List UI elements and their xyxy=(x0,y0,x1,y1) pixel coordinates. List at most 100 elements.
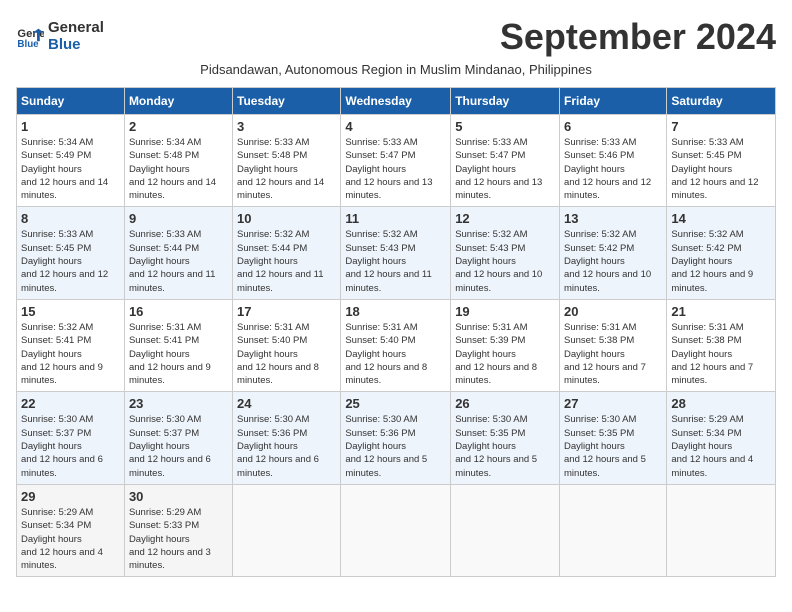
calendar-week-row: 1 Sunrise: 5:34 AM Sunset: 5:49 PM Dayli… xyxy=(17,115,776,207)
calendar-cell: 22 Sunrise: 5:30 AM Sunset: 5:37 PM Dayl… xyxy=(17,392,125,484)
day-number: 18 xyxy=(345,304,446,319)
day-number: 21 xyxy=(671,304,771,319)
day-number: 13 xyxy=(564,211,662,226)
day-info: Sunrise: 5:29 AM Sunset: 5:34 PM Dayligh… xyxy=(21,506,120,572)
day-info: Sunrise: 5:33 AM Sunset: 5:45 PM Dayligh… xyxy=(671,136,771,202)
day-number: 30 xyxy=(129,489,228,504)
day-info: Sunrise: 5:32 AM Sunset: 5:43 PM Dayligh… xyxy=(345,228,446,294)
svg-text:Blue: Blue xyxy=(17,38,39,49)
day-info: Sunrise: 5:31 AM Sunset: 5:38 PM Dayligh… xyxy=(564,321,662,387)
calendar-table: Sunday Monday Tuesday Wednesday Thursday… xyxy=(16,87,776,577)
calendar-week-row: 29 Sunrise: 5:29 AM Sunset: 5:34 PM Dayl… xyxy=(17,484,776,576)
calendar-cell: 10 Sunrise: 5:32 AM Sunset: 5:44 PM Dayl… xyxy=(233,207,341,299)
day-number: 6 xyxy=(564,119,662,134)
day-info: Sunrise: 5:30 AM Sunset: 5:37 PM Dayligh… xyxy=(21,413,120,479)
day-number: 20 xyxy=(564,304,662,319)
day-number: 3 xyxy=(237,119,336,134)
day-number: 11 xyxy=(345,211,446,226)
calendar-cell: 12 Sunrise: 5:32 AM Sunset: 5:43 PM Dayl… xyxy=(451,207,560,299)
day-number: 28 xyxy=(671,396,771,411)
day-info: Sunrise: 5:29 AM Sunset: 5:33 PM Dayligh… xyxy=(129,506,228,572)
day-number: 5 xyxy=(455,119,555,134)
logo-blue: Blue xyxy=(48,37,104,54)
calendar-cell: 14 Sunrise: 5:32 AM Sunset: 5:42 PM Dayl… xyxy=(667,207,776,299)
day-number: 22 xyxy=(21,396,120,411)
day-number: 12 xyxy=(455,211,555,226)
day-info: Sunrise: 5:31 AM Sunset: 5:41 PM Dayligh… xyxy=(129,321,228,387)
calendar-cell xyxy=(560,484,667,576)
day-number: 24 xyxy=(237,396,336,411)
day-number: 2 xyxy=(129,119,228,134)
subtitle: Pidsandawan, Autonomous Region in Muslim… xyxy=(16,62,776,77)
calendar-week-row: 15 Sunrise: 5:32 AM Sunset: 5:41 PM Dayl… xyxy=(17,299,776,391)
calendar-cell: 6 Sunrise: 5:33 AM Sunset: 5:46 PM Dayli… xyxy=(560,115,667,207)
day-info: Sunrise: 5:33 AM Sunset: 5:44 PM Dayligh… xyxy=(129,228,228,294)
calendar-cell: 9 Sunrise: 5:33 AM Sunset: 5:44 PM Dayli… xyxy=(124,207,232,299)
day-number: 8 xyxy=(21,211,120,226)
day-number: 23 xyxy=(129,396,228,411)
day-info: Sunrise: 5:30 AM Sunset: 5:36 PM Dayligh… xyxy=(237,413,336,479)
calendar-cell: 29 Sunrise: 5:29 AM Sunset: 5:34 PM Dayl… xyxy=(17,484,125,576)
col-wednesday: Wednesday xyxy=(341,88,451,115)
calendar-cell xyxy=(451,484,560,576)
calendar-cell: 24 Sunrise: 5:30 AM Sunset: 5:36 PM Dayl… xyxy=(233,392,341,484)
day-info: Sunrise: 5:30 AM Sunset: 5:35 PM Dayligh… xyxy=(455,413,555,479)
calendar-cell: 27 Sunrise: 5:30 AM Sunset: 5:35 PM Dayl… xyxy=(560,392,667,484)
day-number: 16 xyxy=(129,304,228,319)
day-info: Sunrise: 5:31 AM Sunset: 5:40 PM Dayligh… xyxy=(345,321,446,387)
calendar-cell: 28 Sunrise: 5:29 AM Sunset: 5:34 PM Dayl… xyxy=(667,392,776,484)
calendar-cell: 1 Sunrise: 5:34 AM Sunset: 5:49 PM Dayli… xyxy=(17,115,125,207)
day-number: 14 xyxy=(671,211,771,226)
day-number: 15 xyxy=(21,304,120,319)
col-saturday: Saturday xyxy=(667,88,776,115)
day-info: Sunrise: 5:33 AM Sunset: 5:47 PM Dayligh… xyxy=(345,136,446,202)
calendar-cell xyxy=(667,484,776,576)
day-info: Sunrise: 5:34 AM Sunset: 5:48 PM Dayligh… xyxy=(129,136,228,202)
day-number: 17 xyxy=(237,304,336,319)
day-number: 4 xyxy=(345,119,446,134)
col-sunday: Sunday xyxy=(17,88,125,115)
day-info: Sunrise: 5:30 AM Sunset: 5:36 PM Dayligh… xyxy=(345,413,446,479)
day-number: 9 xyxy=(129,211,228,226)
day-number: 25 xyxy=(345,396,446,411)
calendar-cell: 30 Sunrise: 5:29 AM Sunset: 5:33 PM Dayl… xyxy=(124,484,232,576)
calendar-cell: 8 Sunrise: 5:33 AM Sunset: 5:45 PM Dayli… xyxy=(17,207,125,299)
calendar-cell xyxy=(233,484,341,576)
calendar-cell: 20 Sunrise: 5:31 AM Sunset: 5:38 PM Dayl… xyxy=(560,299,667,391)
calendar-cell xyxy=(341,484,451,576)
day-info: Sunrise: 5:33 AM Sunset: 5:47 PM Dayligh… xyxy=(455,136,555,202)
calendar-cell: 25 Sunrise: 5:30 AM Sunset: 5:36 PM Dayl… xyxy=(341,392,451,484)
day-info: Sunrise: 5:33 AM Sunset: 5:48 PM Dayligh… xyxy=(237,136,336,202)
calendar-cell: 21 Sunrise: 5:31 AM Sunset: 5:38 PM Dayl… xyxy=(667,299,776,391)
day-number: 29 xyxy=(21,489,120,504)
day-info: Sunrise: 5:32 AM Sunset: 5:43 PM Dayligh… xyxy=(455,228,555,294)
calendar-cell: 2 Sunrise: 5:34 AM Sunset: 5:48 PM Dayli… xyxy=(124,115,232,207)
calendar-cell: 13 Sunrise: 5:32 AM Sunset: 5:42 PM Dayl… xyxy=(560,207,667,299)
day-info: Sunrise: 5:30 AM Sunset: 5:35 PM Dayligh… xyxy=(564,413,662,479)
day-info: Sunrise: 5:32 AM Sunset: 5:42 PM Dayligh… xyxy=(564,228,662,294)
calendar-cell: 15 Sunrise: 5:32 AM Sunset: 5:41 PM Dayl… xyxy=(17,299,125,391)
logo-icon: General Blue xyxy=(16,23,44,51)
col-thursday: Thursday xyxy=(451,88,560,115)
day-info: Sunrise: 5:29 AM Sunset: 5:34 PM Dayligh… xyxy=(671,413,771,479)
day-info: Sunrise: 5:30 AM Sunset: 5:37 PM Dayligh… xyxy=(129,413,228,479)
day-info: Sunrise: 5:34 AM Sunset: 5:49 PM Dayligh… xyxy=(21,136,120,202)
calendar-cell: 11 Sunrise: 5:32 AM Sunset: 5:43 PM Dayl… xyxy=(341,207,451,299)
day-info: Sunrise: 5:31 AM Sunset: 5:40 PM Dayligh… xyxy=(237,321,336,387)
month-title: September 2024 xyxy=(500,16,776,58)
day-number: 26 xyxy=(455,396,555,411)
calendar-cell: 17 Sunrise: 5:31 AM Sunset: 5:40 PM Dayl… xyxy=(233,299,341,391)
calendar-cell: 26 Sunrise: 5:30 AM Sunset: 5:35 PM Dayl… xyxy=(451,392,560,484)
day-number: 1 xyxy=(21,119,120,134)
col-monday: Monday xyxy=(124,88,232,115)
calendar-cell: 19 Sunrise: 5:31 AM Sunset: 5:39 PM Dayl… xyxy=(451,299,560,391)
calendar-cell: 4 Sunrise: 5:33 AM Sunset: 5:47 PM Dayli… xyxy=(341,115,451,207)
day-number: 7 xyxy=(671,119,771,134)
calendar-cell: 18 Sunrise: 5:31 AM Sunset: 5:40 PM Dayl… xyxy=(341,299,451,391)
col-tuesday: Tuesday xyxy=(233,88,341,115)
logo: General Blue General Blue xyxy=(16,20,104,53)
day-number: 19 xyxy=(455,304,555,319)
day-number: 27 xyxy=(564,396,662,411)
calendar-cell: 16 Sunrise: 5:31 AM Sunset: 5:41 PM Dayl… xyxy=(124,299,232,391)
day-info: Sunrise: 5:32 AM Sunset: 5:44 PM Dayligh… xyxy=(237,228,336,294)
